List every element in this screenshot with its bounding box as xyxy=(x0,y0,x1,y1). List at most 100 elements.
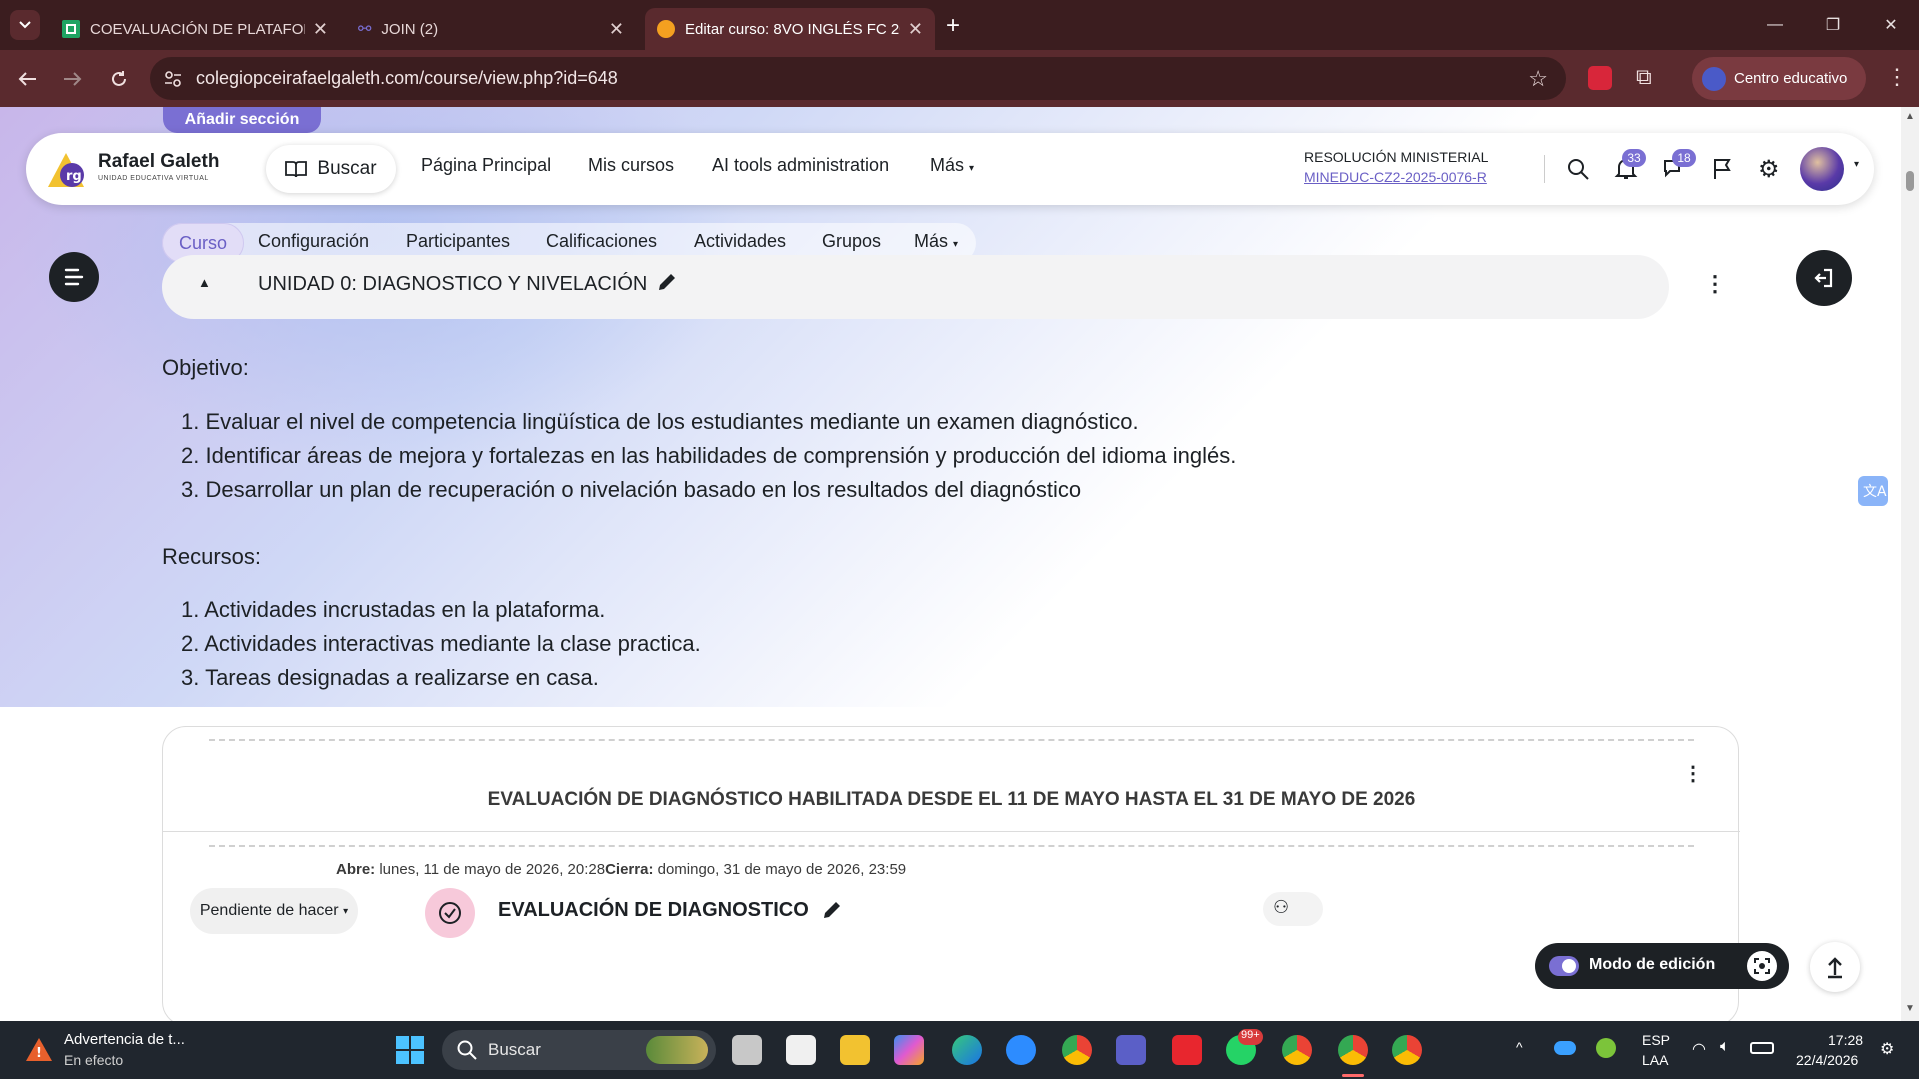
clock-time[interactable]: 17:28 xyxy=(1828,1032,1863,1048)
focus-mode-icon[interactable] xyxy=(1747,951,1777,981)
chrome-icon[interactable] xyxy=(1062,1035,1092,1065)
nav-ai-tools[interactable]: AI tools administration xyxy=(712,155,889,176)
scrollbar-down-arrow[interactable]: ▼ xyxy=(1905,1003,1915,1014)
completion-status-dropdown[interactable]: Pendiente de hacer ▾ xyxy=(190,888,358,934)
tab-mas-label: Más xyxy=(914,231,949,251)
moodle-icon xyxy=(657,20,675,38)
label-actions-menu-icon[interactable]: ⋮ xyxy=(1683,761,1703,786)
tab-join[interactable]: ⚯ JOIN (2) ✕ xyxy=(346,8,636,50)
tray-app-icon[interactable] xyxy=(1596,1038,1616,1058)
weather-title[interactable]: Advertencia de t... xyxy=(64,1031,185,1048)
notification-center-icon[interactable]: ⚙ xyxy=(1880,1039,1894,1059)
reload-icon[interactable] xyxy=(104,64,134,94)
copilot-icon[interactable] xyxy=(894,1035,924,1065)
back-icon[interactable] xyxy=(12,64,42,94)
search-icon[interactable] xyxy=(1566,157,1590,181)
url-text: colegiopceirafaelgaleth.com/course/view.… xyxy=(196,68,618,88)
edit-pencil-icon[interactable] xyxy=(821,899,843,921)
weather-warning-icon[interactable]: ! xyxy=(24,1035,54,1065)
translate-icon[interactable]: 文A xyxy=(1858,476,1888,506)
tab-editar-curso[interactable]: Editar curso: 8VO INGLÉS FC 2026 ✕ xyxy=(645,8,935,50)
nav-pagina-principal[interactable]: Página Principal xyxy=(421,155,551,176)
user-avatar[interactable] xyxy=(1800,147,1844,191)
resolution-link[interactable]: MINEDUC-CZ2-2025-0076-R xyxy=(1304,169,1487,185)
new-tab-button[interactable]: + xyxy=(946,12,960,40)
restore-icon[interactable]: ❐ xyxy=(1808,10,1858,40)
task-view-icon[interactable] xyxy=(732,1035,762,1065)
search-highlight-image xyxy=(646,1036,708,1064)
groups-visibility-icon[interactable]: ⚇ xyxy=(1263,892,1323,926)
scrollbar-up-arrow[interactable]: ▲ xyxy=(1905,111,1915,122)
add-section-button[interactable]: Añadir sección xyxy=(163,107,321,133)
volume-icon[interactable]: 🔈︎ xyxy=(1720,1038,1730,1056)
extension-icon[interactable] xyxy=(1588,66,1612,90)
edit-pencil-icon[interactable] xyxy=(656,271,678,293)
back-to-top-button[interactable] xyxy=(1810,942,1860,992)
user-menu-caret-icon[interactable]: ▾ xyxy=(1854,159,1859,170)
caret-down-icon: ▾ xyxy=(953,239,959,250)
teams-icon[interactable] xyxy=(1116,1035,1146,1065)
browser-menu-icon[interactable]: ⋮ xyxy=(1886,64,1908,90)
tab-configuracion[interactable]: Configuración xyxy=(258,231,369,252)
edit-mode-toggle[interactable]: Modo de edición xyxy=(1535,943,1789,989)
tab-label: JOIN (2) xyxy=(381,20,439,38)
forward-icon[interactable] xyxy=(58,64,88,94)
tab-mas[interactable]: Más ▾ xyxy=(914,231,958,252)
profile-button[interactable]: Centro educativo xyxy=(1692,57,1866,100)
page-scrollbar[interactable]: ▲ ▼ xyxy=(1901,107,1919,1021)
tab-grupos[interactable]: Grupos xyxy=(822,231,881,252)
tab-label: COEVALUACIÓN DE PLATAFORMA xyxy=(90,20,305,38)
flag-icon[interactable] xyxy=(1712,157,1734,181)
bookmark-star-icon[interactable]: ☆ xyxy=(1528,66,1548,92)
tab-participantes[interactable]: Participantes xyxy=(406,231,510,252)
microsoft-store-icon[interactable] xyxy=(786,1035,816,1065)
label-title: EVALUACIÓN DE DIAGNÓSTICO HABILITADA DES… xyxy=(487,789,1416,810)
file-explorer-icon[interactable] xyxy=(840,1035,870,1065)
tab-coevaluacion[interactable]: COEVALUACIÓN DE PLATAFORMA ✕ xyxy=(50,8,340,50)
svg-text:!: ! xyxy=(36,1046,42,1061)
chrome-profile-3-icon[interactable] xyxy=(1392,1035,1422,1065)
block-drawer-toggle[interactable] xyxy=(1796,250,1852,306)
scrollbar-thumb[interactable] xyxy=(1906,171,1914,191)
course-index-toggle[interactable] xyxy=(49,252,99,302)
language-top[interactable]: ESP xyxy=(1642,1032,1670,1048)
wps-office-icon[interactable] xyxy=(1172,1035,1202,1065)
section-title[interactable]: UNIDAD 0: DIAGNOSTICO Y NIVELACIÓN xyxy=(258,273,647,296)
wifi-icon[interactable]: ◠ xyxy=(1692,1039,1706,1059)
nav-mis-cursos[interactable]: Mis cursos xyxy=(588,155,674,176)
extensions-puzzle-icon[interactable]: ⧉ xyxy=(1636,64,1652,90)
site-info-icon[interactable] xyxy=(164,70,182,88)
close-icon[interactable]: ✕ xyxy=(609,19,624,40)
zoom-icon[interactable] xyxy=(1006,1035,1036,1065)
taskbar-search[interactable]: Buscar xyxy=(442,1030,716,1070)
edge-icon[interactable] xyxy=(952,1035,982,1065)
chrome-profile-2-icon[interactable] xyxy=(1338,1035,1368,1065)
logo-subtitle: UNIDAD EDUCATIVA VIRTUAL xyxy=(98,175,209,182)
address-bar[interactable]: colegiopceirafaelgaleth.com/course/view.… xyxy=(150,57,1566,100)
activity-name-link[interactable]: EVALUACIÓN DE DIAGNOSTICO xyxy=(498,899,809,922)
caret-down-icon: ▾ xyxy=(343,905,349,917)
onedrive-icon[interactable] xyxy=(1554,1041,1576,1055)
collapse-section-icon[interactable]: ▲ xyxy=(198,275,211,290)
language-bottom: LAA xyxy=(1642,1052,1669,1068)
minimize-icon[interactable]: — xyxy=(1750,10,1800,40)
search-button[interactable]: Buscar xyxy=(266,145,396,193)
site-logo[interactable]: rg Rafael Galeth UNIDAD EDUCATIVA VIRTUA… xyxy=(42,145,242,191)
show-hidden-icons-icon[interactable]: ^ xyxy=(1516,1039,1523,1055)
section-actions-menu-icon[interactable]: ⋮ xyxy=(1704,271,1726,297)
close-icon[interactable]: ✕ xyxy=(313,19,328,40)
svg-text:文A: 文A xyxy=(1863,484,1887,500)
windows-start-icon[interactable] xyxy=(396,1036,424,1064)
nav-mas[interactable]: Más ▾ xyxy=(930,155,974,176)
close-icon[interactable]: ✕ xyxy=(908,19,923,40)
toggle-switch[interactable] xyxy=(1549,956,1579,976)
tab-actividades[interactable]: Actividades xyxy=(694,231,786,252)
chrome-profile-1-icon[interactable] xyxy=(1282,1035,1312,1065)
window-close-icon[interactable]: ✕ xyxy=(1866,10,1916,40)
battery-icon[interactable] xyxy=(1750,1042,1774,1054)
resolution-label: RESOLUCIÓN MINISTERIAL xyxy=(1304,149,1489,165)
tab-calificaciones[interactable]: Calificaciones xyxy=(546,231,657,252)
caret-down-icon: ▾ xyxy=(969,163,975,174)
tab-search-button[interactable] xyxy=(10,10,40,40)
gear-icon[interactable]: ⚙ xyxy=(1758,155,1780,184)
